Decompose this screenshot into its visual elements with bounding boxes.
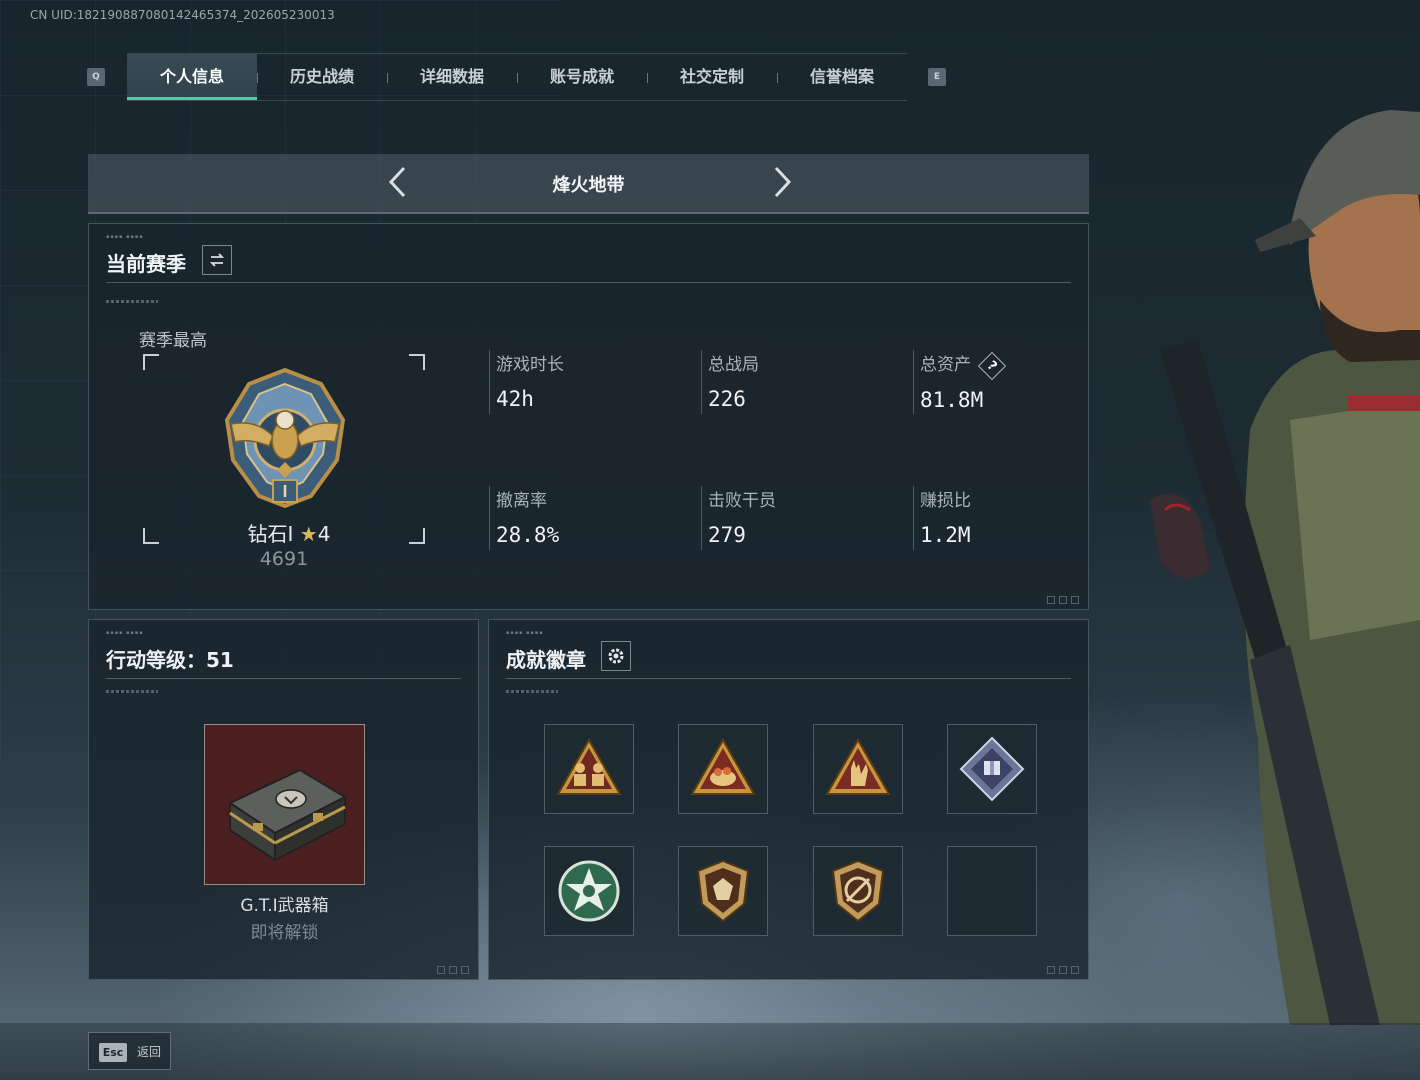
esc-key-hint: Esc [99, 1043, 127, 1062]
tab-detailed-stats[interactable]: 详细数据 [387, 54, 517, 100]
swap-season-button[interactable] [202, 245, 232, 275]
mode-title: 烽火地带 [552, 175, 625, 196]
gear-icon [608, 648, 624, 664]
tab-credit-record[interactable]: 信誉档案 [777, 54, 907, 100]
mode-selector: 烽火地带 [88, 154, 1089, 214]
stat-label-text: 总资产 [920, 355, 971, 375]
badge-slot[interactable] [813, 724, 903, 814]
badge-slot[interactable] [678, 846, 768, 936]
stat-label: 游戏时长 [496, 355, 564, 375]
title-divider [106, 678, 461, 679]
stat-value: 42h [496, 387, 534, 411]
stat-label: 总战局 [708, 355, 759, 375]
frame-corner [143, 354, 159, 370]
stat-extraction-rate: 撤离率 28.8% [489, 486, 689, 550]
level-reward-card[interactable] [204, 724, 365, 885]
uid-label: CN UID:18219088708014246537​4_2026052300… [30, 8, 335, 22]
achievement-badges-panel: ▪▪▪▪ ▪▪▪▪ 成就徽章 [488, 619, 1089, 980]
rank-score: 4691 [259, 548, 309, 570]
swap-arrows-icon [209, 253, 225, 267]
season-panel: ▪▪▪▪ ▪▪▪▪ 当前赛季 赛季最高 钻石I ★4 4691 游戏时长 42h… [88, 223, 1089, 610]
stat-total-matches: 总战局 226 [701, 350, 901, 414]
stat-value: 226 [708, 387, 746, 411]
gem-shield-badge-icon [696, 859, 750, 923]
corner-decoration [1047, 596, 1055, 604]
stat-label: 击败干员 [708, 491, 776, 511]
diamond-rank-medal-icon [224, 367, 346, 509]
rank-star-count: 4 [317, 522, 331, 546]
tab-prev-key-hint[interactable]: Q [87, 68, 105, 86]
stripe-decoration [506, 690, 558, 693]
weapon-case-icon [227, 768, 348, 862]
stripe-decoration [106, 300, 158, 303]
action-level-panel: ▪▪▪▪ ▪▪▪▪ 行动等级：51 G.T.I武器箱 即将解锁 [88, 619, 479, 980]
squad-triangle-badge-icon [556, 737, 622, 795]
tab-personal-info[interactable]: 个人信息 [127, 54, 257, 100]
stripe-decoration [106, 690, 158, 693]
frame-corner [409, 528, 425, 544]
badge-slot[interactable] [544, 724, 634, 814]
frame-corner [143, 528, 159, 544]
reward-name: G.T.I武器箱 [240, 896, 329, 916]
title-divider [506, 678, 1071, 679]
badge-slot[interactable] [544, 846, 634, 936]
stat-total-assets: 总资产 ? 81.8M [913, 350, 1073, 414]
back-button[interactable]: Esc 返回 [88, 1032, 171, 1070]
stat-value: 279 [708, 523, 746, 547]
corner-decoration [1071, 596, 1079, 604]
stat-operators-defeated: 击败干员 279 [701, 486, 901, 550]
rank-name-row: 钻石I ★4 [189, 518, 389, 547]
chevron-right-icon[interactable] [766, 162, 796, 202]
stat-label: 赚损比 [920, 491, 971, 511]
badge-slot-empty[interactable] [947, 846, 1037, 936]
rank-name: 钻石I [247, 522, 294, 546]
stat-profit-loss: 赚损比 1.2M [913, 486, 1073, 550]
tab-achievements[interactable]: 账号成就 [517, 54, 647, 100]
badge-settings-button[interactable] [601, 641, 631, 671]
stat-value: 1.2M [920, 523, 971, 547]
badges-title: 成就徽章 [506, 648, 586, 672]
crossed-shield-badge-icon [831, 859, 885, 923]
back-label: 返回 [137, 1045, 162, 1059]
badge-slot[interactable] [678, 724, 768, 814]
green-star-badge-icon [558, 860, 620, 922]
corner-decoration [1059, 966, 1067, 974]
stat-label: 撤离率 [496, 491, 547, 511]
reward-status: 即将解锁 [250, 923, 319, 943]
tab-match-history[interactable]: 历史战绩 [257, 54, 387, 100]
corner-decoration [1059, 596, 1067, 604]
frame-corner [409, 354, 425, 370]
panel-deco-text: ▪▪▪▪ ▪▪▪▪ [106, 234, 144, 240]
badge-slot[interactable] [947, 724, 1037, 814]
panel-deco-text: ▪▪▪▪ ▪▪▪▪ [506, 630, 544, 636]
corner-decoration [449, 966, 457, 974]
season-best-label: 赛季最高 [139, 331, 207, 351]
fruit-triangle-badge-icon [690, 737, 756, 795]
corner-decoration [1071, 966, 1079, 974]
stat-label: 总资产 ? [920, 350, 1073, 381]
rank-star-icon: ★ [299, 522, 318, 546]
corner-decoration [1047, 966, 1055, 974]
title-divider [106, 282, 1071, 283]
stat-value: 28.8% [496, 523, 560, 547]
hand-sign-triangle-badge-icon [825, 737, 891, 795]
season-title: 当前赛季 [106, 252, 186, 276]
tab-bar: 个人信息 历史战绩 详细数据 账号成就 社交定制 信誉档案 [127, 53, 907, 101]
corner-decoration [437, 966, 445, 974]
tab-social-custom[interactable]: 社交定制 [647, 54, 777, 100]
stat-play-time: 游戏时长 42h [489, 350, 689, 414]
corner-decoration [461, 966, 469, 974]
stat-value: 81.8M [920, 388, 984, 412]
footer-bar [0, 1023, 1420, 1080]
help-icon[interactable]: ? [978, 351, 1007, 381]
operator-character-portrait [1150, 110, 1420, 1025]
badge-slot[interactable] [813, 846, 903, 936]
diamond-gift-badge-icon [959, 736, 1025, 802]
action-level-title: 行动等级：51 [106, 648, 234, 672]
panel-deco-text: ▪▪▪▪ ▪▪▪▪ [106, 630, 144, 636]
tab-next-key-hint[interactable]: E [928, 68, 946, 86]
